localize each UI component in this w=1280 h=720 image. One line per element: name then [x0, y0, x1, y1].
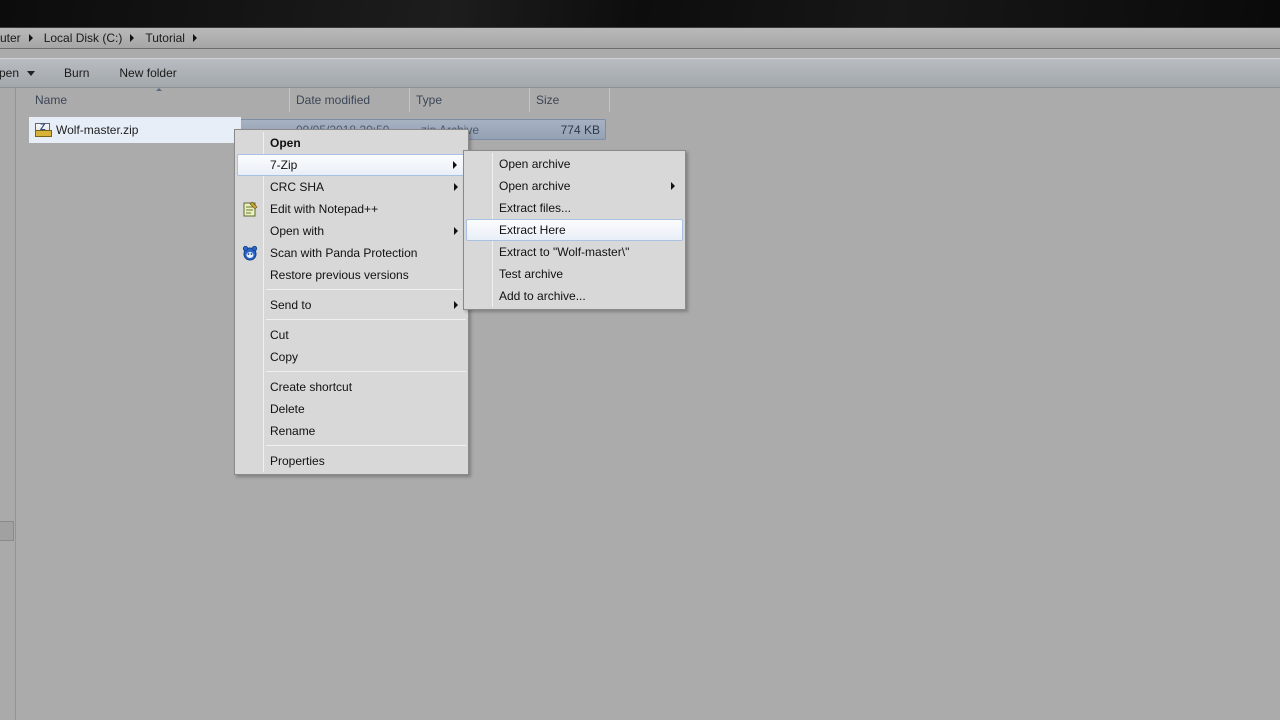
submenu-arrow-icon	[454, 227, 458, 235]
breadcrumb-computer[interactable]: uter	[0, 28, 41, 48]
menu-item-delete[interactable]: Delete	[237, 398, 466, 420]
command-bar: pen Burn New folder	[0, 58, 1280, 88]
menu-item-label: Delete	[270, 402, 305, 416]
submenu-item-open-archive-more[interactable]: Open archive	[466, 175, 683, 197]
breadcrumb-label: uter	[0, 31, 21, 45]
submenu-arrow-icon	[453, 161, 457, 169]
menu-item-restore-previous-versions[interactable]: Restore previous versions	[237, 264, 466, 286]
submenu-item-extract-files[interactable]: Extract files...	[466, 197, 683, 219]
menu-item-label: Extract to "Wolf-master\"	[499, 245, 630, 259]
menu-item-crc-sha[interactable]: CRC SHA	[237, 176, 466, 198]
window-title-bar	[0, 0, 1280, 27]
menu-separator	[266, 445, 466, 446]
submenu-arrow-icon	[454, 183, 458, 191]
menu-item-label: CRC SHA	[270, 180, 325, 194]
menu-item-send-to[interactable]: Send to	[237, 294, 466, 316]
file-size: 774 KB	[560, 123, 600, 137]
file-context-menu: Open 7-Zip CRC SHA Edit with Notepad++ O…	[234, 129, 469, 475]
navigation-pane[interactable]	[0, 88, 16, 720]
submenu-arrow-icon	[671, 182, 675, 190]
column-header-size[interactable]: Size	[530, 88, 610, 112]
submenu-item-extract-to-folder[interactable]: Extract to "Wolf-master\"	[466, 241, 683, 263]
menu-item-label: Edit with Notepad++	[270, 202, 379, 216]
column-header-label: Type	[416, 93, 443, 107]
breadcrumb-label: Local Disk (C:)	[43, 31, 123, 45]
open-button[interactable]: pen	[0, 59, 36, 87]
new-folder-button-label: New folder	[119, 66, 177, 80]
menu-item-edit-with-notepad[interactable]: Edit with Notepad++	[237, 198, 466, 220]
menu-item-copy[interactable]: Copy	[237, 346, 466, 368]
menu-item-label: Extract files...	[499, 201, 572, 215]
menu-item-label: Create shortcut	[270, 380, 353, 394]
menu-item-create-shortcut[interactable]: Create shortcut	[237, 376, 466, 398]
breadcrumb-local-disk[interactable]: Local Disk (C:)	[41, 28, 143, 48]
breadcrumb-arrow-icon[interactable]	[192, 34, 197, 42]
menu-separator	[266, 371, 466, 372]
column-header-label: Date modified	[296, 93, 371, 107]
navigation-pane-scrollbar[interactable]	[0, 521, 14, 541]
menu-item-properties[interactable]: Properties	[237, 450, 466, 472]
menu-item-open[interactable]: Open	[237, 132, 466, 154]
panda-protection-icon	[242, 245, 258, 261]
burn-button-label: Burn	[64, 66, 90, 80]
address-bar[interactable]: uter Local Disk (C:) Tutorial	[0, 27, 1280, 49]
menu-item-label: Send to	[270, 298, 312, 312]
column-header-label: Name	[35, 93, 68, 107]
menu-item-label: Open archive	[499, 157, 571, 171]
breadcrumb-label: Tutorial	[145, 31, 185, 45]
menu-item-label: Open archive	[499, 179, 571, 193]
breadcrumb-arrow-icon[interactable]	[130, 34, 135, 42]
column-headers: Name Date modified Type Size	[17, 88, 617, 112]
menu-item-label: Test archive	[499, 267, 564, 281]
submenu-item-add-to-archive[interactable]: Add to archive...	[466, 285, 683, 307]
menu-item-label: Rename	[270, 424, 316, 438]
menu-item-label: Add to archive...	[499, 289, 586, 303]
open-button-label: pen	[0, 66, 20, 80]
column-header-type[interactable]: Type	[410, 88, 530, 112]
menu-separator	[266, 289, 466, 290]
submenu-item-test-archive[interactable]: Test archive	[466, 263, 683, 285]
submenu-arrow-icon	[454, 301, 458, 309]
menu-item-open-with[interactable]: Open with	[237, 220, 466, 242]
menu-item-scan-with-panda[interactable]: Scan with Panda Protection	[237, 242, 466, 264]
submenu-item-extract-here[interactable]: Extract Here	[466, 219, 683, 241]
menu-item-rename[interactable]: Rename	[237, 420, 466, 442]
breadcrumb-tutorial[interactable]: Tutorial	[142, 28, 205, 48]
menu-item-label: Cut	[270, 328, 289, 342]
menu-item-7-zip[interactable]: 7-Zip	[237, 154, 466, 176]
menu-item-label: Extract Here	[499, 223, 566, 237]
menu-item-label: Scan with Panda Protection	[270, 246, 418, 260]
menu-item-label: Open	[270, 136, 301, 150]
file-name: Wolf-master.zip	[56, 123, 139, 137]
column-header-date-modified[interactable]: Date modified	[290, 88, 410, 112]
menu-item-label: Restore previous versions	[270, 268, 409, 282]
breadcrumb-arrow-icon[interactable]	[28, 34, 33, 42]
sort-ascending-icon	[156, 88, 162, 91]
notepad-plus-plus-icon	[243, 201, 258, 217]
menu-item-cut[interactable]: Cut	[237, 324, 466, 346]
column-header-label: Size	[536, 93, 560, 107]
menu-item-label: Open with	[270, 224, 325, 238]
file-name-cell[interactable]: Wolf-master.zip	[29, 117, 241, 143]
new-folder-button[interactable]: New folder	[119, 59, 176, 87]
menu-item-label: Copy	[270, 350, 299, 364]
chevron-down-icon	[27, 70, 36, 76]
menu-separator	[266, 319, 466, 320]
submenu-item-open-archive[interactable]: Open archive	[466, 153, 683, 175]
zip-file-icon	[35, 122, 52, 137]
menu-item-label: Properties	[270, 454, 325, 468]
column-header-name[interactable]: Name	[17, 88, 290, 112]
seven-zip-submenu: Open archive Open archive Extract files.…	[463, 150, 686, 310]
menu-item-label: 7-Zip	[270, 158, 298, 172]
burn-button[interactable]: Burn	[64, 59, 89, 87]
